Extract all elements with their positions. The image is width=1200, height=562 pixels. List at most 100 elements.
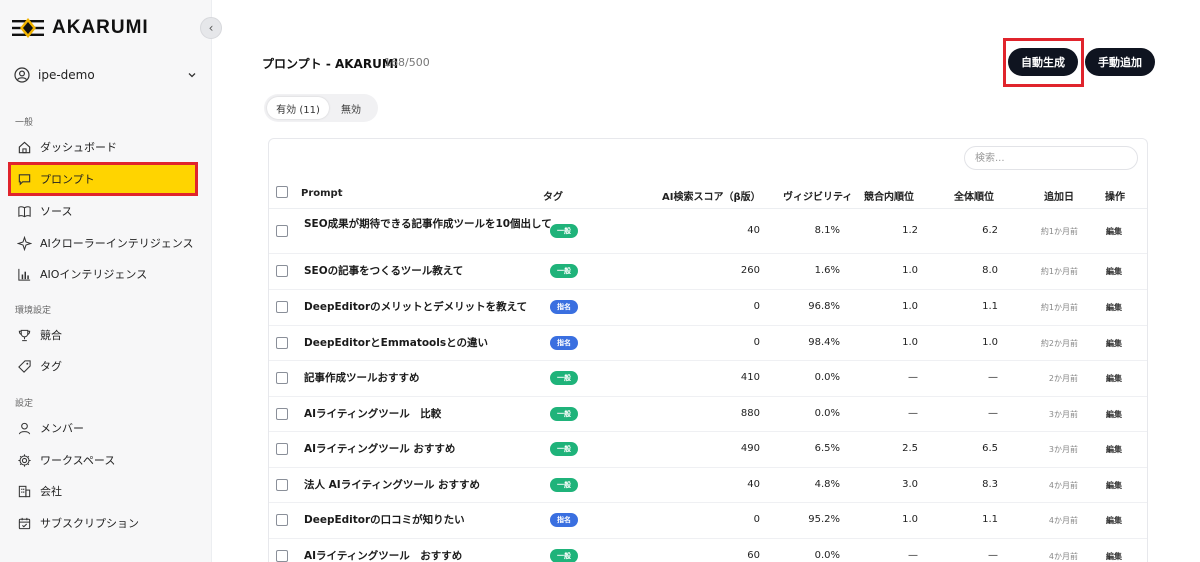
row-checkbox[interactable] [276,225,288,237]
row-checkbox[interactable] [276,478,288,491]
workspace-name: ipe-demo [38,68,95,82]
row-checkbox[interactable] [276,265,288,277]
tag-badge-named: 指名 [550,300,578,314]
edit-link[interactable]: 編集 [1106,515,1122,526]
prompt-text[interactable]: DeepEditorの口コミが知りたい [304,513,554,528]
sparkle-icon [16,235,32,251]
chevron-down-icon [188,73,196,78]
edit-link[interactable]: 編集 [1106,551,1122,562]
highlight-frame [1003,38,1084,87]
visibility-value: 6.5% [814,443,840,454]
sidebar-item-dashboard[interactable]: ダッシュボード [8,132,198,162]
sidebar-item-label: AIOインテリジェンス [40,268,148,281]
column-header-tag[interactable]: タグ [543,188,563,203]
sidebar-item-label: メンバー [40,422,84,435]
sidebar-item-members[interactable]: メンバー [8,413,198,443]
edit-link[interactable]: 編集 [1106,409,1122,420]
ai-score-value: 410 [740,372,760,383]
manual-add-button[interactable]: 手動追加 [1085,48,1155,76]
prompt-text[interactable]: AIライティングツール おすすめ [304,442,554,457]
tab-disabled[interactable]: 無効 [329,97,373,119]
column-header-date-added[interactable]: 追加日 [1044,188,1074,203]
ai-score-value: 490 [740,443,760,454]
ai-score-value: 880 [740,407,760,419]
sidebar-item-tags[interactable]: タグ [8,351,198,381]
date-added-value: 2か月前 [1048,374,1078,383]
column-header-prompt[interactable]: Prompt [301,188,343,199]
overall-rank-value: — [988,372,998,383]
edit-link[interactable]: 編集 [1106,266,1122,277]
select-all-checkbox[interactable] [276,186,288,198]
ai-score-value: 0 [753,301,760,312]
competitor-rank-value: — [908,372,918,383]
competitor-rank-value: — [908,550,918,561]
sidebar-item-sources[interactable]: ソース [8,196,198,226]
section-label-environment: 環境設定 [15,306,52,316]
user-circle-icon [14,67,30,83]
sidebar-item-competitors[interactable]: 競合 [8,320,198,350]
visibility-value: 0.0% [814,372,840,383]
prompt-text[interactable]: SEOの記事をつくるツール教えて [304,264,554,279]
search-input[interactable] [964,146,1138,170]
collapse-sidebar-button[interactable]: ‹ [200,17,222,39]
workspace-switcher[interactable]: ipe-demo [14,64,198,86]
edit-link[interactable]: 編集 [1106,226,1122,237]
edit-link[interactable]: 編集 [1106,302,1122,313]
status-tabs: 有効 (11) 無効 [264,94,378,122]
row-checkbox[interactable] [276,301,288,313]
sidebar-item-subscription[interactable]: サブスクリプション [8,508,198,538]
building-icon [16,483,32,499]
edit-link[interactable]: 編集 [1106,480,1122,491]
calendar-icon [16,515,32,531]
ai-score-value: 260 [740,265,760,276]
column-header-visibility[interactable]: ヴィジビリティ [783,188,852,203]
column-header-competitor-rank[interactable]: 競合内順位 [864,188,914,203]
prompt-text[interactable]: 記事作成ツールおすすめ [304,371,554,386]
tab-enabled[interactable]: 有効 (11) [267,97,329,119]
sidebar-item-prompts[interactable]: プロンプト [8,162,198,196]
overall-rank-value: 8.0 [982,265,998,276]
column-header-ai-score[interactable]: AI検索スコア（β版） [662,188,761,203]
sidebar-item-company[interactable]: 会社 [8,476,198,506]
prompt-text[interactable]: 法人 AIライティングツール おすすめ [304,478,554,493]
competitor-rank-value: 1.0 [902,265,918,276]
prompt-text[interactable]: SEO成果が期待できる記事作成ツールを10個出して [304,217,554,232]
sidebar-item-label: プロンプト [40,173,95,186]
row-checkbox[interactable] [276,514,288,526]
prompt-text[interactable]: DeepEditorのメリットとデメリットを教えて [304,300,554,315]
row-checkbox[interactable] [276,550,288,562]
competitor-rank-value: — [908,407,918,419]
row-checkbox[interactable] [276,336,288,349]
prompt-text[interactable]: DeepEditorとEmmatoolsとの違い [304,336,554,351]
sidebar-item-label: ワークスペース [40,454,116,467]
overall-rank-value: 8.3 [982,478,998,490]
row-checkbox[interactable] [276,407,288,420]
sidebar-item-label: ソース [40,205,73,218]
visibility-value: 8.1% [814,225,840,236]
date-added-value: 約1か月前 [1040,267,1078,276]
competitor-rank-value: 3.0 [902,478,918,490]
sidebar-item-workspace[interactable]: ワークスペース [8,445,198,475]
competitor-rank-value: 1.0 [902,336,918,348]
section-label-general: 一般 [15,118,34,128]
sidebar-item-ai-crawler-intelligence[interactable]: AIクローラーインテリジェンス [8,228,198,258]
edit-link[interactable]: 編集 [1106,338,1122,349]
overall-rank-value: 1.0 [982,336,998,348]
brand-logo[interactable]: AKARUMI [12,14,149,42]
sidebar-item-label: ダッシュボード [40,141,117,154]
competitor-rank-value: 1.2 [902,225,918,236]
edit-link[interactable]: 編集 [1106,444,1122,455]
tag-badge-general: 一般 [550,371,578,385]
akarumi-logo-icon [12,18,44,38]
date-added-value: 3か月前 [1048,445,1078,454]
row-checkbox[interactable] [276,372,288,384]
date-added-value: 4か月前 [1048,516,1078,525]
page-title: プロンプト - AKARUMI [262,57,399,71]
prompt-text[interactable]: AIライティングツール 比較 [304,407,554,422]
row-checkbox[interactable] [276,443,288,455]
column-header-overall-rank[interactable]: 全体順位 [954,188,994,203]
sidebar-item-aio-intelligence[interactable]: AIOインテリジェンス [8,259,198,289]
brand-name: AKARUMI [52,17,149,38]
prompt-text[interactable]: AIライティングツール おすすめ [304,549,554,562]
edit-link[interactable]: 編集 [1106,373,1122,384]
